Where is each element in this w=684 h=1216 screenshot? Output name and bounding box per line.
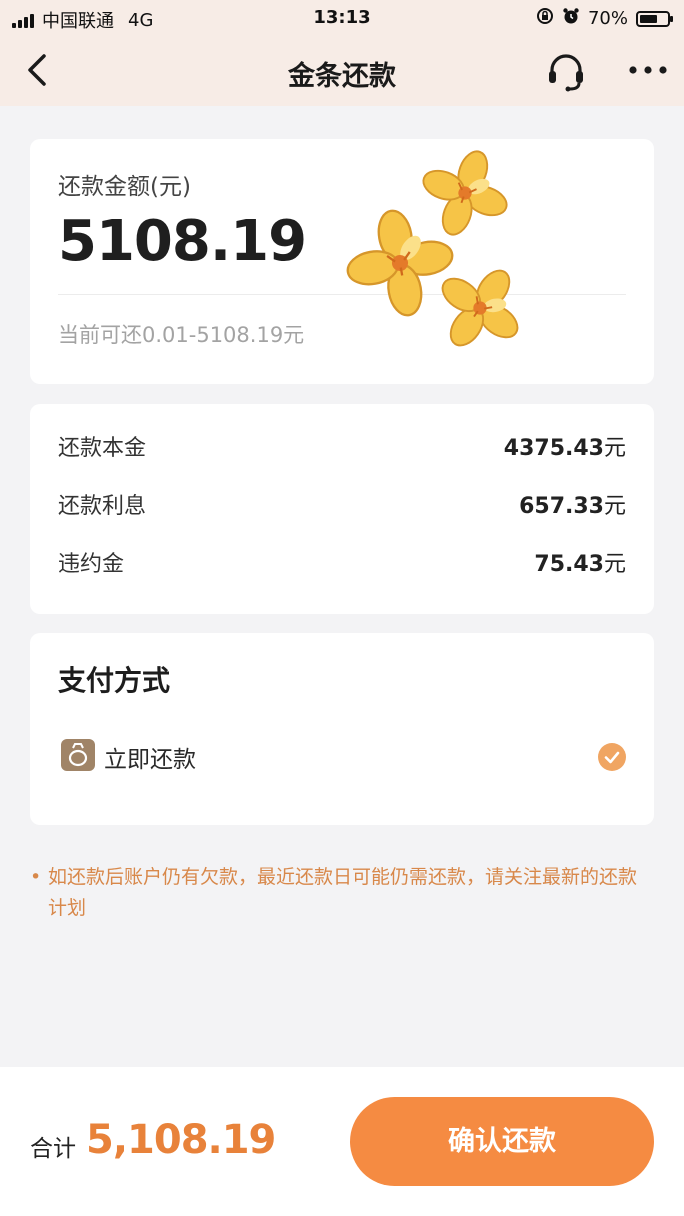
penalty-value: 75.43元	[534, 552, 626, 577]
penalty-label: 违约金	[58, 552, 125, 577]
more-button[interactable]	[626, 60, 670, 80]
total-label: 合计	[30, 1136, 76, 1162]
total-value: 5,108.19	[86, 1117, 276, 1163]
header: 中国联通 4G 13:13 70% 金条还款	[0, 0, 684, 106]
checkmark-icon[interactable]	[598, 743, 626, 771]
repay-amount-card: 还款金额(元) 5108.19 当前可还0.01-5108.19元	[30, 139, 654, 384]
payment-option-instant[interactable]: 立即还款	[58, 735, 626, 775]
repay-amount-value[interactable]: 5108.19	[58, 209, 307, 274]
status-bar: 中国联通 4G 13:13 70%	[0, 0, 684, 36]
penalty-row: 违约金 75.43元	[58, 542, 626, 582]
headset-icon	[549, 54, 583, 92]
alarm-icon	[562, 7, 580, 30]
nav-bar: 金条还款	[0, 36, 684, 106]
repay-breakdown-card: 还款本金 4375.43元 还款利息 657.33元 违约金 75.43元	[30, 404, 654, 614]
footer-bar: 合计 5,108.19 确认还款	[0, 1067, 684, 1216]
repay-amount-label: 还款金额(元)	[58, 174, 191, 200]
wallet-icon	[61, 739, 95, 771]
interest-row: 还款利息 657.33元	[58, 484, 626, 524]
rotation-lock-icon	[536, 7, 554, 30]
principal-row: 还款本金 4375.43元	[58, 426, 626, 466]
confirm-repay-button[interactable]: 确认还款	[350, 1097, 654, 1186]
notice-text: 如还款后账户仍有欠款，最近还款日可能仍需还款，请关注最新的还款计划	[48, 866, 638, 919]
interest-value: 657.33元	[519, 494, 626, 519]
osmanthus-flowers-illustration	[337, 143, 540, 370]
payment-option-label: 立即还款	[104, 747, 196, 773]
battery-icon	[636, 10, 673, 27]
bullet-dot: •	[30, 866, 42, 888]
payment-method-title: 支付方式	[58, 664, 171, 697]
principal-value: 4375.43元	[503, 436, 626, 461]
repay-range-text: 当前可还0.01-5108.19元	[58, 323, 305, 347]
battery-percent: 70%	[587, 8, 628, 29]
customer-service-button[interactable]	[544, 50, 588, 94]
interest-label: 还款利息	[58, 494, 147, 519]
more-dots-icon	[629, 66, 667, 74]
payment-method-card: 支付方式 立即还款	[30, 633, 654, 825]
principal-label: 还款本金	[58, 436, 147, 461]
